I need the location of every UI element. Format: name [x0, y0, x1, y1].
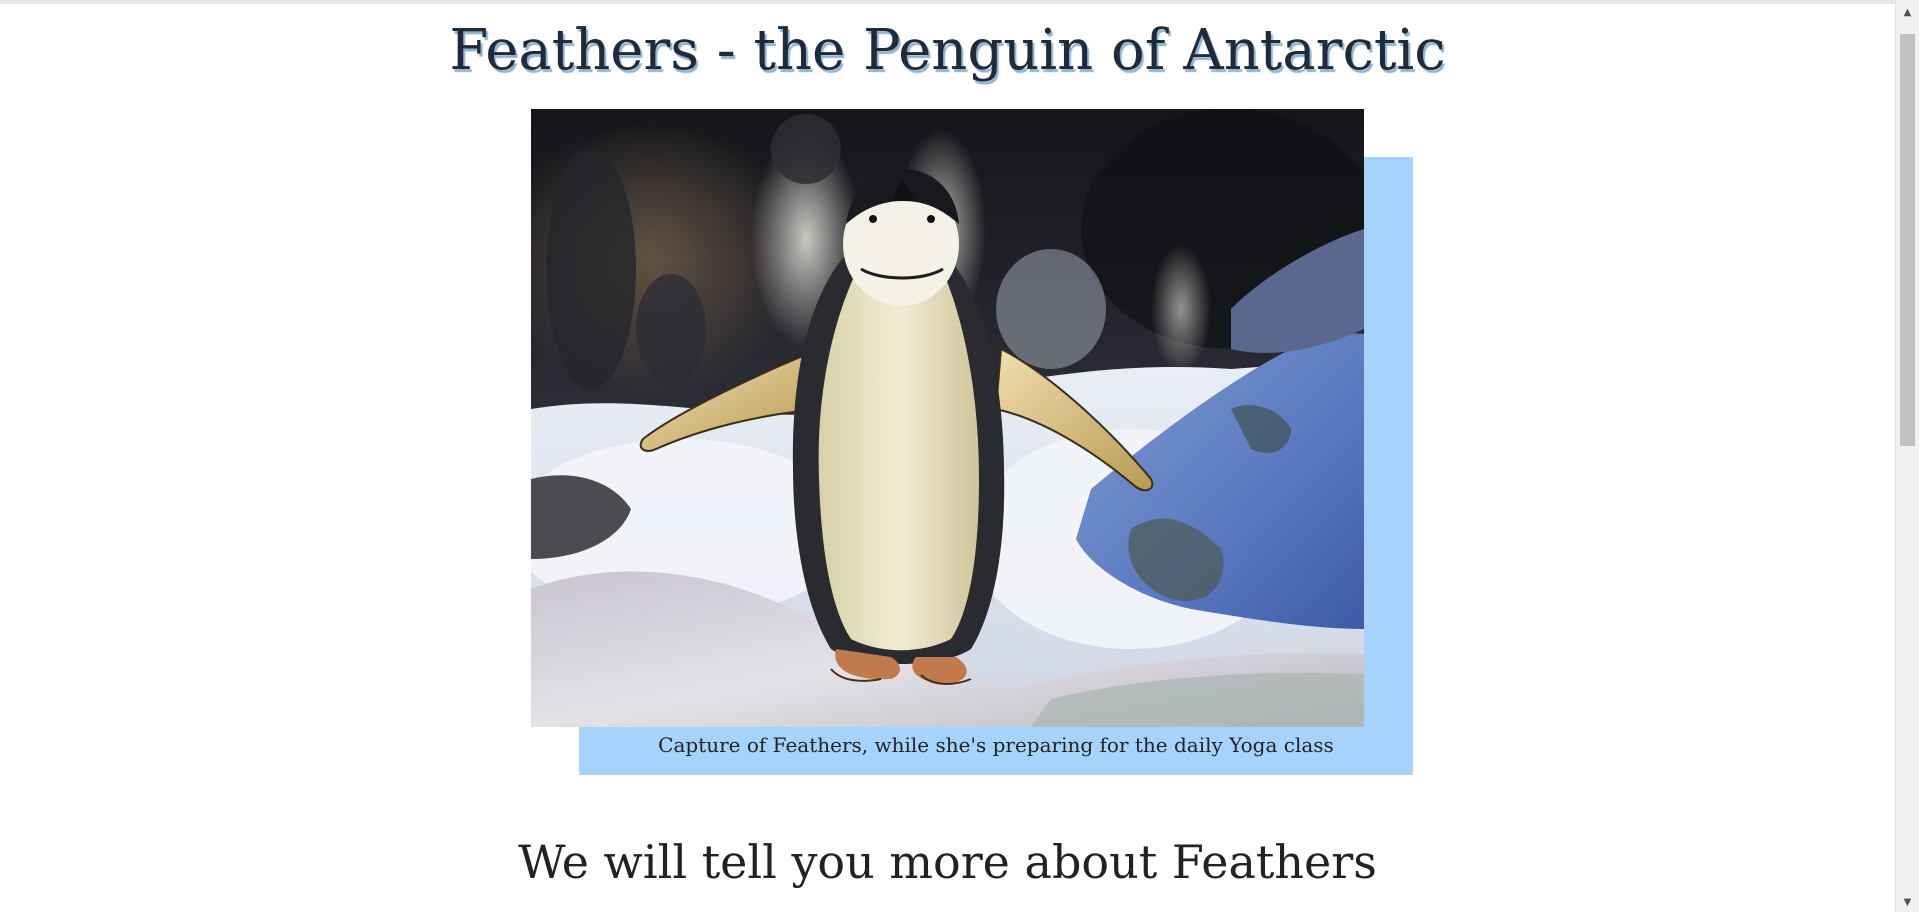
scrollbar-thumb[interactable]: [1900, 34, 1915, 446]
figure-caption: Capture of Feathers, while she's prepari…: [658, 733, 1334, 757]
penguin-photo: [531, 109, 1364, 727]
triangle-down-icon[interactable]: ▼: [1896, 894, 1919, 912]
vertical-scrollbar[interactable]: ▲ ▼: [1895, 0, 1919, 912]
figure: Capture of Feathers, while she's prepari…: [0, 0, 1895, 800]
triangle-up-icon[interactable]: ▲: [1896, 4, 1919, 22]
penguin-photo-illustration: [531, 109, 1364, 727]
section-heading: We will tell you more about Feathers: [518, 835, 1377, 889]
page: Feathers - the Penguin of Antarctic Capt…: [0, 0, 1919, 912]
